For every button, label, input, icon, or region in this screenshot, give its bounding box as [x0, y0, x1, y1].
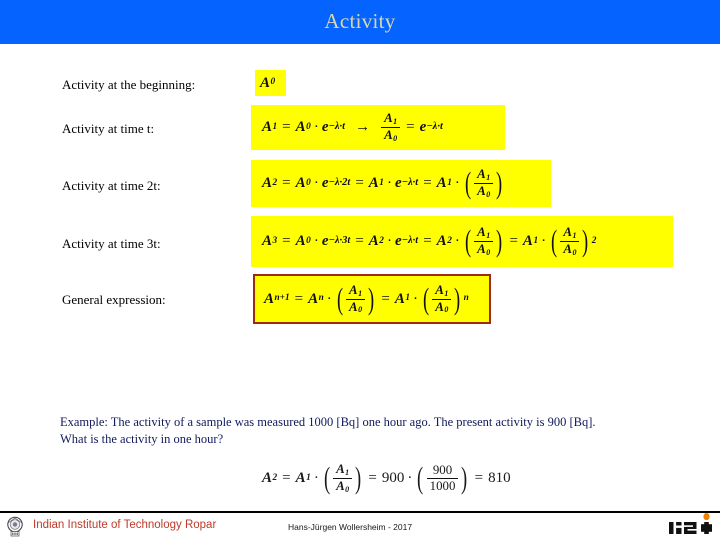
formula-example: A 2 = A 1 ·(A1 A0) = 900 ·(900 1000) = 810	[262, 463, 511, 494]
formula-box-a1: A 1 = A 0 · e −λ·t → A1 A0 = e −λ·t	[251, 105, 505, 150]
row-label-time-2t: Activity at time 2t:	[62, 178, 161, 193]
formula-box-general: An+1 = An ·(A1 A0) = A 1 ·(A1 A0) n	[253, 274, 491, 324]
example-text-block: Example: The activity of a sample was me…	[60, 414, 685, 448]
row-label-time-3t: Activity at time 3t:	[62, 236, 161, 251]
example-line-2: What is the activity in one hour?	[60, 431, 224, 446]
formula-a2: A 2 = A 0 · e −λ·2t = A 1 · e −λ·t = A 1 ·(A1 A0)	[262, 166, 503, 201]
footer-author-credit: Hans-Jürgen Wollersheim - 2017	[288, 522, 413, 532]
page-title: Activity	[324, 9, 396, 33]
formula-box-a3: A 3 = A 0 · e −λ·3t = A 2 · e −λ·t = A 2 ·(A1 A0) = A 1 ·(A1 A0…	[251, 216, 673, 267]
formula-a1: A 1 = A 0 · e −λ·t → A1 A0 = e −λ·t	[262, 111, 443, 143]
row-label-general: General expression:	[62, 292, 166, 307]
formula-a3: A 3 = A 0 · e −λ·3t = A 2 · e −λ·t = A 2 ·(A1 A0) = A 1 ·(A1 A0…	[262, 224, 597, 259]
slide-root: Activity Activity at the beginning: A0 A…	[0, 0, 720, 540]
formula-general: An+1 = An ·(A1 A0) = A 1 ·(A1 A0) n	[264, 281, 469, 316]
example-line-1: Example: The activity of a sample was me…	[60, 415, 596, 429]
formula-box-a2: A 2 = A 0 · e −λ·2t = A 1 · e −λ·t = A 1 ·(A1 A0)	[251, 160, 551, 207]
formula-example-math: A 2 = A 1 ·(A1 A0) = 900 ·(900 1000) = 810	[262, 461, 511, 496]
formula-a0: A0	[260, 74, 276, 91]
gsi-logo-icon	[668, 512, 714, 538]
row-label-beginning: Activity at the beginning:	[62, 77, 196, 92]
footer-divider	[0, 511, 720, 513]
formula-box-a0: A0	[255, 70, 286, 96]
footer-institute-name: Indian Institute of Technology Ropar	[33, 519, 217, 531]
row-label-time-t: Activity at time t:	[62, 121, 155, 136]
iit-ropar-logo-icon	[5, 516, 25, 537]
